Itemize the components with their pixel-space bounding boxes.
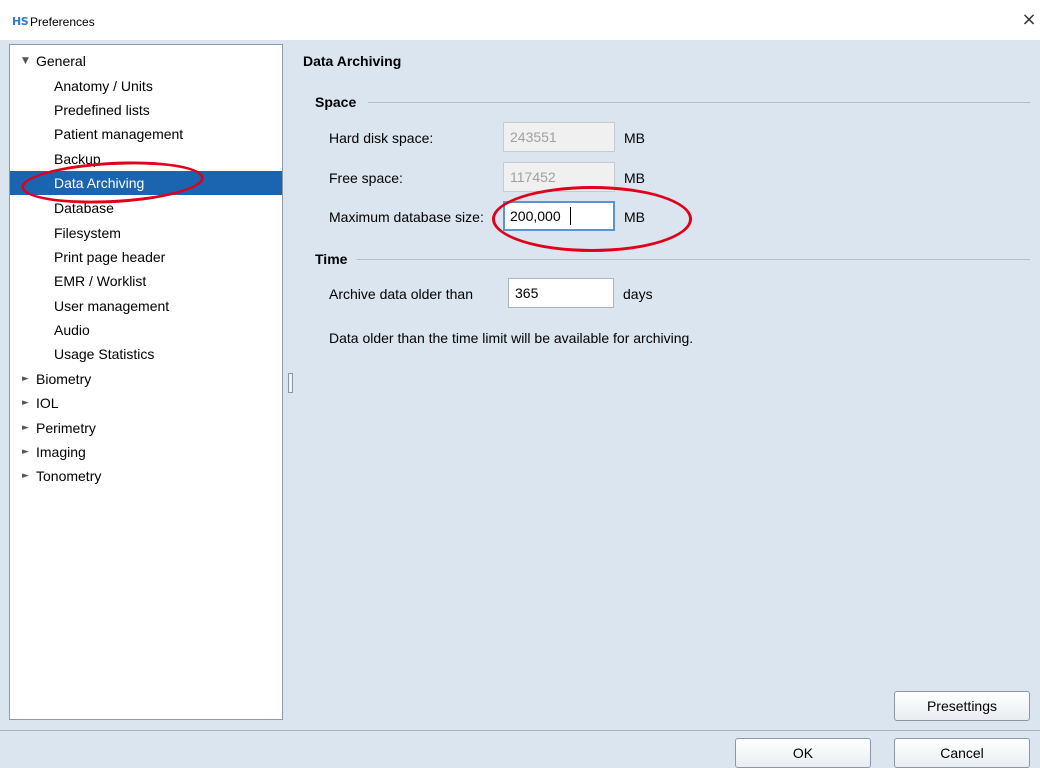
tree-item-imaging[interactable]: ► Imaging [10,440,282,464]
max-database-size-label: Maximum database size: [329,209,484,225]
title-bar: HS Preferences × [0,0,1040,40]
tree-item-user-management[interactable]: User management [10,294,282,318]
expand-right-icon[interactable]: ► [22,464,29,488]
free-space-field: 117452 [503,162,615,192]
tree-item-label: General [36,53,86,69]
tree-item-general[interactable]: ▼ General [10,49,282,73]
tree-item-iol[interactable]: ► IOL [10,391,282,415]
tree-item-label: Anatomy / Units [54,78,153,94]
preferences-tree: ▼ General Anatomy / Units Predefined lis… [9,44,283,720]
max-database-size-input[interactable]: 200,000 [503,201,615,231]
tree-item-database[interactable]: Database [10,196,282,220]
tree-item-label: IOL [36,395,59,411]
cancel-button[interactable]: Cancel [894,738,1030,768]
tree-item-print-page-header[interactable]: Print page header [10,245,282,269]
hard-disk-space-label: Hard disk space: [329,130,434,146]
archive-days-unit: days [623,286,653,302]
tree-item-label: Print page header [54,249,166,265]
tree-item-label: Biometry [36,371,92,387]
ok-button[interactable]: OK [735,738,871,768]
panel-title: Data Archiving [303,53,402,69]
tree-item-label: Filesystem [54,225,121,241]
tree-item-label: Usage Statistics [54,346,155,362]
section-divider [368,102,1030,103]
section-divider [357,259,1030,260]
tree-item-label: Imaging [36,444,86,460]
tree-item-backup[interactable]: Backup [10,147,282,171]
archive-older-than-label: Archive data older than [329,286,473,302]
expand-down-icon[interactable]: ▼ [22,49,29,73]
tree-item-label: Patient management [54,126,184,142]
tree-item-tonometry[interactable]: ► Tonometry [10,464,282,488]
max-database-unit: MB [624,209,645,225]
tree-item-label: Backup [54,151,101,167]
free-space-unit: MB [624,170,645,186]
section-header-space: Space [315,94,357,110]
window-title: Preferences [30,15,95,29]
hard-disk-space-field: 243551 [503,122,615,152]
tree-item-label: EMR / Worklist [54,273,147,289]
tree-item-usage-statistics[interactable]: Usage Statistics [10,342,282,366]
tree-item-label: Audio [54,322,90,338]
tree-item-label: Perimetry [36,420,96,436]
presettings-button[interactable]: Presettings [894,691,1030,721]
tree-item-label: Database [54,200,114,216]
app-logo-icon: HS [12,15,29,28]
tree-item-perimetry[interactable]: ► Perimetry [10,416,282,440]
tree-item-biometry[interactable]: ► Biometry [10,367,282,391]
expand-right-icon[interactable]: ► [22,391,29,415]
tree-item-predefined-lists[interactable]: Predefined lists [10,98,282,122]
section-header-time: Time [315,251,348,267]
splitter-handle[interactable] [288,373,293,393]
tree-item-label: User management [54,298,170,314]
expand-right-icon[interactable]: ► [22,367,29,391]
close-icon[interactable]: × [1019,10,1039,30]
tree-item-label: Data Archiving [54,175,145,191]
tree-item-audio[interactable]: Audio [10,318,282,342]
tree-item-filesystem[interactable]: Filesystem [10,221,282,245]
archive-days-input[interactable]: 365 [508,278,614,308]
expand-right-icon[interactable]: ► [22,440,29,464]
tree-item-data-archiving[interactable]: Data Archiving [10,171,282,195]
tree-item-label: Tonometry [36,468,102,484]
free-space-label: Free space: [329,170,403,186]
tree-item-patient-management[interactable]: Patient management [10,122,282,146]
tree-item-emr-worklist[interactable]: EMR / Worklist [10,269,282,293]
archive-note: Data older than the time limit will be a… [329,330,694,346]
footer-divider [0,730,1040,731]
text-cursor [570,207,571,225]
expand-right-icon[interactable]: ► [22,416,29,440]
hard-disk-unit: MB [624,130,645,146]
tree-item-anatomy-units[interactable]: Anatomy / Units [10,74,282,98]
tree-item-label: Predefined lists [54,102,150,118]
